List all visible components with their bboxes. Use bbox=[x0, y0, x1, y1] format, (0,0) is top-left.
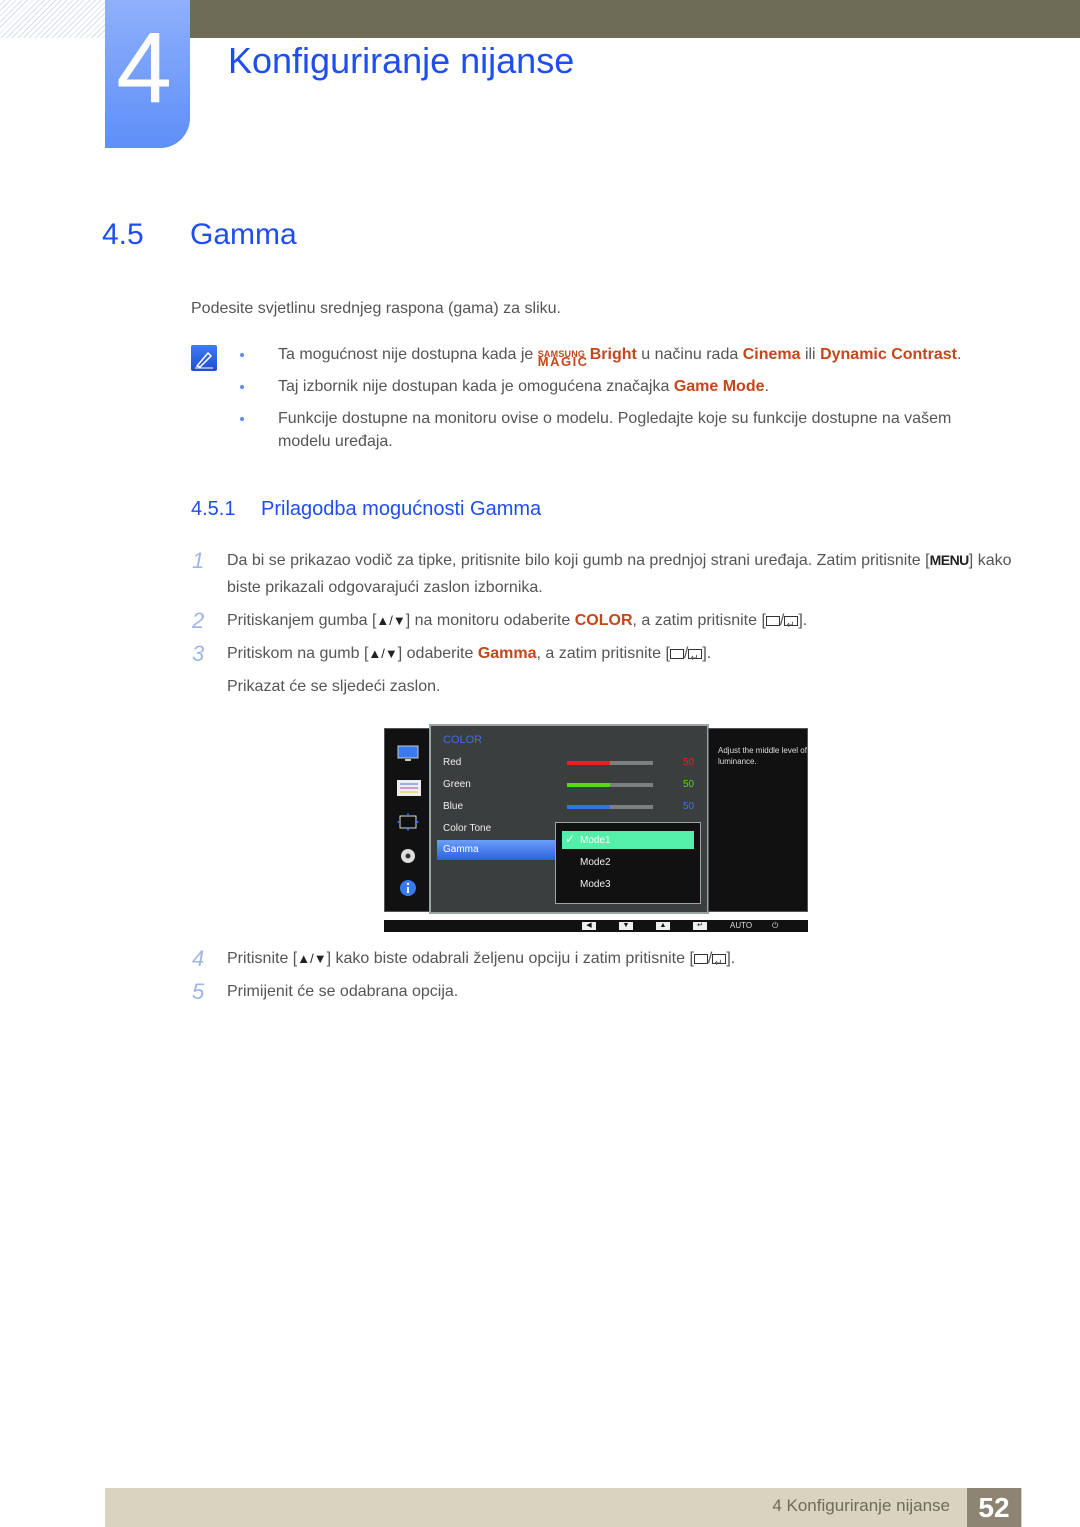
green-value: 50 bbox=[683, 779, 695, 790]
osd-item-color-tone[interactable]: Color Tone bbox=[443, 823, 491, 834]
step-item: 1 Da bi se prikazao vodič za tipke, prit… bbox=[192, 548, 1012, 596]
osd-item-red[interactable]: Red bbox=[443, 757, 461, 768]
source-icon bbox=[693, 954, 708, 964]
note-list: Ta mogućnost nije dostupna kada je SAMSU… bbox=[240, 343, 1000, 462]
gamma-option-mode2[interactable]: Mode2 bbox=[562, 853, 694, 871]
section-number: 4.5 bbox=[102, 218, 144, 251]
subsection-number: 4.5.1 bbox=[191, 498, 236, 520]
step-item: 4 Pritisnite [▲/▼] kako biste odabrali ž… bbox=[192, 945, 1012, 977]
chapter-number: 4 bbox=[116, 12, 172, 124]
osd-screen: COLOR Red 50 Green 50 Blue 50 Color Tone… bbox=[384, 724, 808, 932]
step-number: 5 bbox=[192, 979, 205, 1004]
menu-key: MENU bbox=[929, 552, 970, 568]
red-slider[interactable] bbox=[567, 761, 653, 765]
note-item: Taj izbornik nije dostupan kada je omogu… bbox=[240, 375, 1000, 398]
osd-sidebar bbox=[384, 728, 430, 912]
check-icon: ✓ bbox=[565, 832, 576, 846]
step-number: 4 bbox=[192, 946, 205, 971]
up-down-arrows-icon: ▲/▼ bbox=[297, 951, 327, 966]
step-number: 2 bbox=[192, 608, 205, 633]
section-title: Gamma bbox=[190, 218, 297, 251]
osd-item-gamma[interactable]: Gamma bbox=[437, 840, 557, 860]
step-item: 5 Primijenit će se odabrana opcija. bbox=[192, 979, 459, 1004]
onscreen-display-icon bbox=[397, 779, 421, 797]
green-slider-fill bbox=[567, 783, 610, 787]
note-item: Ta mogućnost nije dostupna kada je SAMSU… bbox=[240, 343, 1000, 369]
blue-slider[interactable] bbox=[567, 805, 653, 809]
osd-help-text: Adjust the middle level of luminance. bbox=[718, 746, 807, 766]
enter-button-icon[interactable]: ↵ bbox=[693, 922, 707, 930]
setup-gear-icon bbox=[397, 847, 419, 865]
step-item: 3 Pritiskom na gumb [▲/▼] odaberite Gamm… bbox=[192, 640, 1012, 700]
page-number: 52 bbox=[967, 1488, 1021, 1527]
down-button-icon[interactable]: ▼ bbox=[619, 922, 633, 930]
osd-item-green[interactable]: Green bbox=[443, 779, 471, 790]
header-bar bbox=[190, 0, 1080, 38]
gamma-option-mode1[interactable]: ✓ Mode1 bbox=[562, 831, 694, 849]
enter-icon bbox=[712, 950, 727, 977]
section-heading: 4.5 Gamma bbox=[102, 218, 297, 252]
gamma-option-mode3[interactable]: Mode3 bbox=[562, 875, 694, 893]
enter-icon bbox=[784, 612, 799, 639]
power-icon[interactable]: ⏻ bbox=[772, 921, 778, 931]
chapter-number-badge: 4 bbox=[105, 0, 190, 148]
osd-button-guide: ◀ ▼ ▲ ↵ AUTO ⏻ bbox=[384, 920, 808, 932]
step-list-continued: 4 Pritisnite [▲/▼] kako biste odabrali ž… bbox=[192, 945, 1012, 1011]
subsection-title: Prilagodba mogućnosti Gamma bbox=[261, 498, 542, 520]
step-note: Prikazat će se sljedeći zaslon. bbox=[227, 678, 441, 695]
header-hatch-pattern bbox=[0, 0, 105, 38]
up-button-icon[interactable]: ▲ bbox=[656, 922, 670, 930]
footer-chapter-title: 4 Konfiguriranje nijanse bbox=[772, 1496, 950, 1515]
step-item: 2 Pritiskanjem gumba [▲/▼] na monitoru o… bbox=[192, 607, 1012, 639]
red-value: 50 bbox=[683, 757, 695, 768]
chapter-title: Konfiguriranje nijanse bbox=[228, 40, 575, 81]
step-number: 1 bbox=[192, 548, 205, 573]
section-intro: Podesite svjetlinu srednjeg raspona (gam… bbox=[191, 300, 561, 317]
source-icon bbox=[765, 616, 780, 626]
position-icon bbox=[397, 813, 419, 831]
blue-value: 50 bbox=[683, 801, 695, 812]
enter-icon bbox=[688, 645, 703, 672]
green-slider[interactable] bbox=[567, 783, 653, 787]
up-down-arrows-icon: ▲/▼ bbox=[368, 646, 398, 661]
osd-menu-title: COLOR bbox=[443, 734, 483, 746]
note-item: Funkcije dostupne na monitoru ovise o mo… bbox=[240, 407, 1000, 453]
note-pencil-icon bbox=[191, 345, 217, 371]
information-icon bbox=[397, 879, 419, 897]
page-footer: 4 Konfiguriranje nijanse bbox=[105, 1488, 1022, 1527]
osd-color-menu: COLOR Red 50 Green 50 Blue 50 Color Tone… bbox=[429, 724, 709, 914]
subsection-heading: 4.5.1 Prilagodba mogućnosti Gamma bbox=[191, 498, 541, 521]
auto-button[interactable]: AUTO bbox=[730, 921, 752, 930]
samsung-magic-logo: SAMSUNG MAGIC bbox=[537, 349, 589, 369]
osd-item-blue[interactable]: Blue bbox=[443, 801, 463, 812]
osd-help-panel: Adjust the middle level of luminance. bbox=[708, 728, 808, 912]
step-list: 1 Da bi se prikazao vodič za tipke, prit… bbox=[192, 547, 1012, 706]
red-slider-fill bbox=[567, 761, 610, 765]
blue-slider-fill bbox=[567, 805, 610, 809]
source-icon bbox=[669, 649, 684, 659]
left-button-icon[interactable]: ◀ bbox=[582, 922, 596, 930]
picture-icon bbox=[397, 745, 419, 763]
up-down-arrows-icon: ▲/▼ bbox=[376, 613, 406, 628]
gamma-options-popup: ✓ Mode1 Mode2 Mode3 bbox=[555, 822, 701, 904]
step-number: 3 bbox=[192, 641, 205, 666]
